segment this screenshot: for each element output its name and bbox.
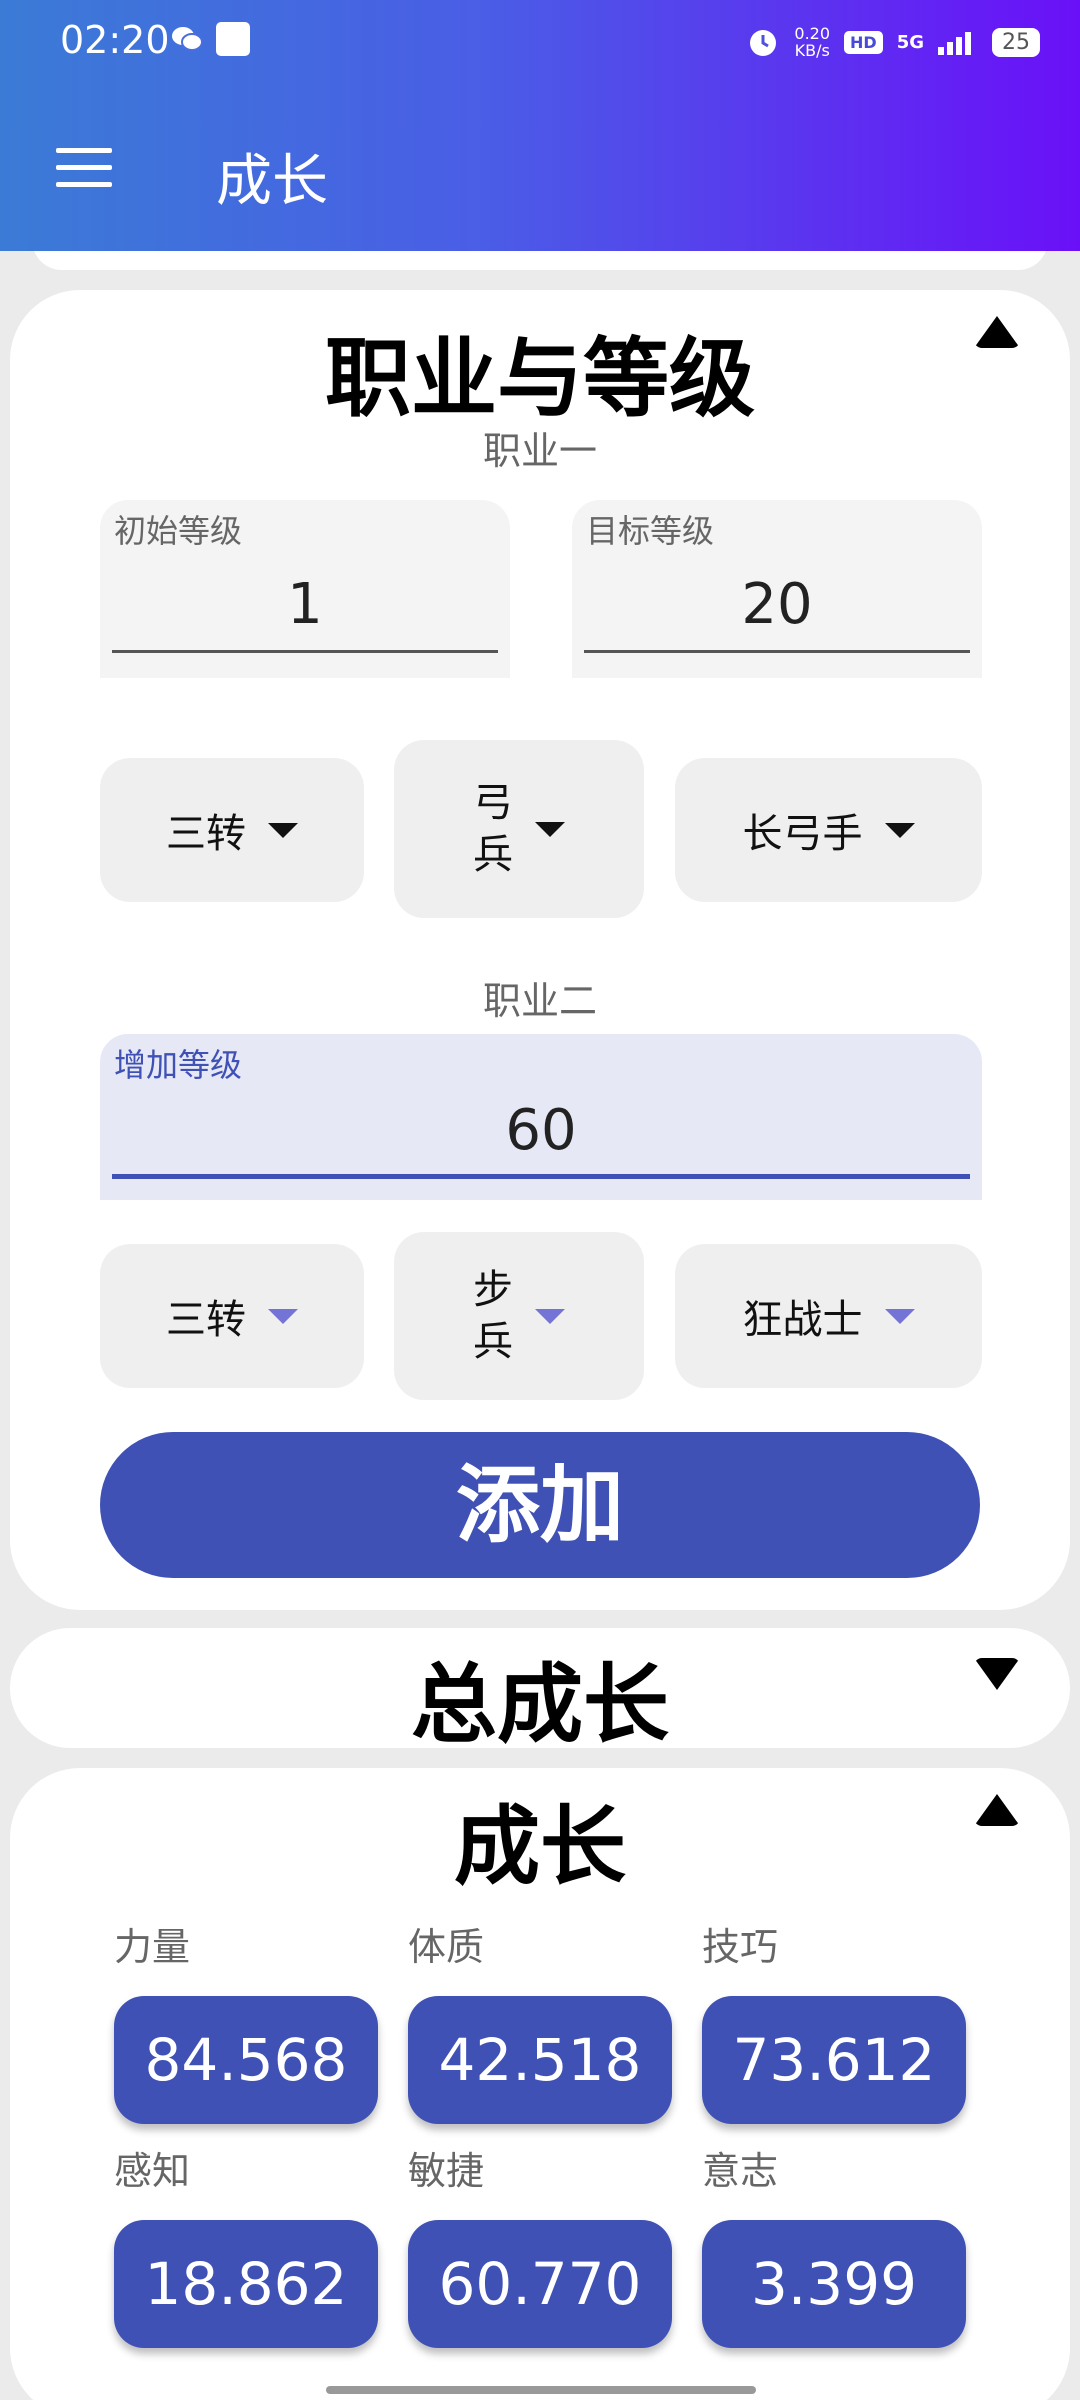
add-level-label: 增加等级 xyxy=(114,1046,243,1084)
job2-category-select[interactable]: 步兵 xyxy=(394,1232,644,1400)
status-right: 0.20 KB/s HD 5G 25 xyxy=(746,20,1040,64)
job1-category-value: 弓兵 xyxy=(473,780,513,878)
status-bar: 02:20 0.20 KB/s HD 5G 25 xyxy=(0,0,1080,84)
chevron-down-icon xyxy=(268,822,298,838)
job-card-title: 职业与等级 xyxy=(325,329,755,429)
stat-label-strength: 力量 xyxy=(114,1925,191,1969)
stat-label-agility: 敏捷 xyxy=(408,2149,485,2193)
stat-label-skill: 技巧 xyxy=(702,1925,779,1969)
job1-category-select[interactable]: 弓兵 xyxy=(394,740,644,918)
stat-value-strength: 84.568 xyxy=(114,1996,378,2124)
chevron-down-icon xyxy=(535,1308,565,1324)
total-growth-card[interactable]: 总成长 xyxy=(10,1628,1070,1755)
job2-advance-select[interactable]: 三转 xyxy=(100,1244,364,1388)
wechat-icon xyxy=(172,27,203,51)
chevron-down-icon xyxy=(535,821,565,837)
job2-category-value: 步兵 xyxy=(473,1267,513,1365)
status-time: 02:20 xyxy=(60,18,170,62)
collapse-up-icon[interactable] xyxy=(974,1794,1020,1826)
job1-advance-select[interactable]: 三转 xyxy=(100,758,364,902)
expand-down-icon[interactable] xyxy=(974,1658,1020,1690)
job2-class-value: 狂战士 xyxy=(742,1297,863,1343)
hamburger-menu-icon[interactable] xyxy=(56,148,112,188)
stat-label-will: 意志 xyxy=(702,2149,779,2193)
start-level-value: 1 xyxy=(287,572,323,637)
hd-badge: HD xyxy=(844,30,883,54)
stat-value-perception: 18.862 xyxy=(114,2220,378,2348)
job2-label: 职业二 xyxy=(482,979,597,1023)
stat-value-constitution: 42.518 xyxy=(408,1996,672,2124)
job1-advance-value: 三转 xyxy=(166,811,246,857)
stat-label-perception: 感知 xyxy=(114,2149,191,2193)
net-speed: 0.20 KB/s xyxy=(794,24,831,60)
stat-value-will: 3.399 xyxy=(702,2220,966,2348)
tiktok-icon xyxy=(216,22,250,56)
job1-class-select[interactable]: 长弓手 xyxy=(675,758,982,902)
total-card-title: 总成长 xyxy=(411,1655,669,1755)
collapse-up-icon[interactable] xyxy=(974,316,1020,348)
stat-label-constitution: 体质 xyxy=(408,1925,485,1969)
growth-card: 成长 力量 体质 技巧 84.568 42.518 73.612 感知 敏捷 意… xyxy=(10,1768,1070,2400)
growth-card-title: 成长 xyxy=(454,1797,626,1897)
job2-class-select[interactable]: 狂战士 xyxy=(675,1244,982,1388)
alarm-icon xyxy=(750,30,777,56)
target-level-field[interactable]: 目标等级 20 xyxy=(572,500,982,678)
stat-value-skill: 73.612 xyxy=(702,1996,966,2124)
home-indicator[interactable] xyxy=(326,2386,756,2394)
job1-class-value: 长弓手 xyxy=(742,811,863,857)
signal-label: 5G xyxy=(896,31,924,53)
chevron-down-icon xyxy=(884,822,915,838)
start-level-underline xyxy=(112,650,498,653)
target-level-underline xyxy=(584,650,970,653)
target-level-label: 目标等级 xyxy=(586,512,715,550)
add-level-value: 60 xyxy=(505,1098,577,1163)
add-level-underline xyxy=(112,1174,970,1179)
target-level-value: 20 xyxy=(741,572,813,637)
app-bar: 02:20 0.20 KB/s HD 5G 25 成长 xyxy=(0,0,1080,251)
start-level-field[interactable]: 初始等级 1 xyxy=(100,500,510,678)
start-level-label: 初始等级 xyxy=(114,512,243,550)
job2-advance-value: 三转 xyxy=(166,1297,246,1343)
add-level-field[interactable]: 增加等级 60 xyxy=(100,1034,982,1200)
stat-value-agility: 60.770 xyxy=(408,2220,672,2348)
job1-label: 职业一 xyxy=(482,429,597,473)
signal-bars-icon xyxy=(938,32,971,55)
add-button[interactable]: 添加 xyxy=(100,1432,980,1578)
page-title: 成长 xyxy=(216,149,328,214)
job-level-card: 职业与等级 职业一 初始等级 1 目标等级 20 三转 弓兵 长弓手 职业二 增… xyxy=(10,290,1070,1610)
battery-indicator: 25 xyxy=(992,27,1040,57)
chevron-down-icon xyxy=(884,1308,915,1324)
chevron-down-icon xyxy=(268,1308,298,1324)
